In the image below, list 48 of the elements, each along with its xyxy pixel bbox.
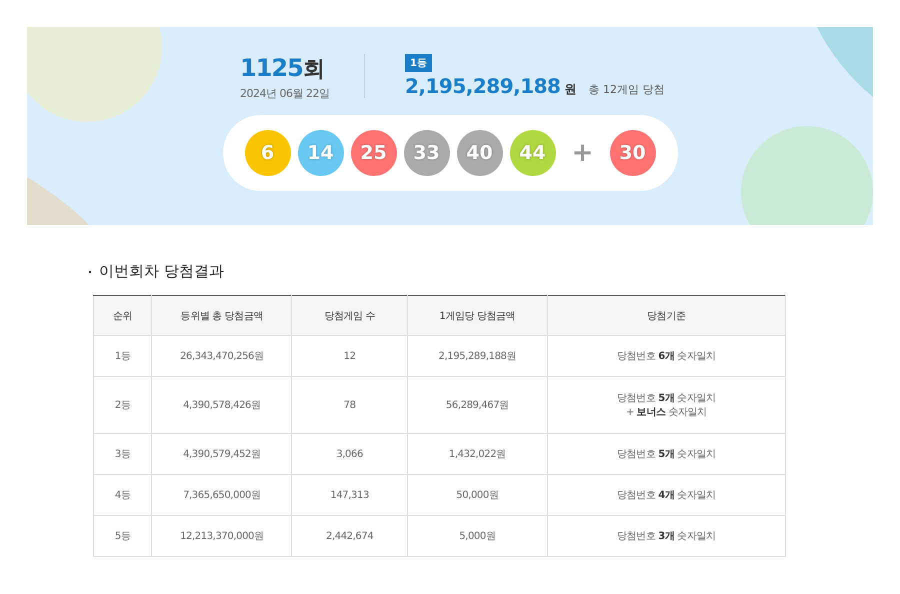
table-cell: 2,195,289,188원 (408, 336, 548, 376)
table-cell: 12 (292, 336, 408, 376)
column-header: 순위 (94, 296, 152, 336)
number-ball: 44 (510, 130, 556, 176)
table-cell: 3,066 (292, 434, 408, 474)
table-cell: 4등 (94, 474, 152, 516)
round-unit: 회 (302, 57, 325, 82)
table-cell: 2등 (94, 376, 152, 434)
table-cell: 12,213,370,000원 (152, 516, 292, 556)
table-cell: 당첨번호 4개 숫자일치 (547, 474, 786, 516)
table-cell: 7,365,650,000원 (152, 474, 292, 516)
draw-date: 2024년 06월 22일 (240, 86, 330, 101)
table-cell: 5등 (94, 516, 152, 556)
table-cell: 78 (292, 376, 408, 434)
column-header: 당첨기준 (547, 296, 786, 336)
winners-note: 총 12게임 당첨 (588, 82, 664, 97)
number-ball: 40 (456, 130, 502, 176)
table-cell: 당첨번호 5개 숫자일치 + 보너스 숫자일치 (547, 376, 786, 434)
table-cell: 26,343,470,256원 (152, 336, 292, 376)
number-ball: 25 (350, 130, 396, 176)
table-cell: 당첨번호 3개 숫자일치 (547, 516, 786, 556)
plus-sign: + (570, 138, 594, 168)
number-ball: 14 (298, 130, 344, 176)
prize-badge: 1등 (405, 54, 432, 72)
column-header: 당첨게임 수 (292, 296, 408, 336)
section-title: 이번회차 당첨결과 (99, 262, 224, 281)
bonus-ball: 30 (610, 130, 656, 176)
round-number: 1125 (240, 54, 303, 82)
prize-unit: 원 (564, 81, 576, 98)
table-cell: 147,313 (292, 474, 408, 516)
table-cell: 50,000원 (408, 474, 548, 516)
decoration-shape (817, 27, 873, 97)
table-cell: 당첨번호 5개 숫자일치 (547, 434, 786, 474)
table-cell: 5,000원 (408, 516, 548, 556)
table-cell: 2,442,674 (292, 516, 408, 556)
table-cell: 3등 (94, 434, 152, 474)
table-cell: 1등 (94, 336, 152, 376)
prize-amount: 2,195,289,188 (405, 74, 560, 98)
table-cell: 4,390,578,426원 (152, 376, 292, 434)
decoration-shape (27, 177, 89, 225)
column-header: 등위별 총 당첨금액 (152, 296, 292, 336)
column-header: 1게임당 당첨금액 (408, 296, 548, 336)
number-ball: 6 (244, 130, 290, 176)
number-ball: 33 (404, 130, 450, 176)
table-cell: 56,289,467원 (408, 376, 548, 434)
table-cell: 1,432,022원 (408, 434, 548, 474)
table-cell: 당첨번호 6개 숫자일치 (547, 336, 786, 376)
table-cell: 4,390,579,452원 (152, 434, 292, 474)
